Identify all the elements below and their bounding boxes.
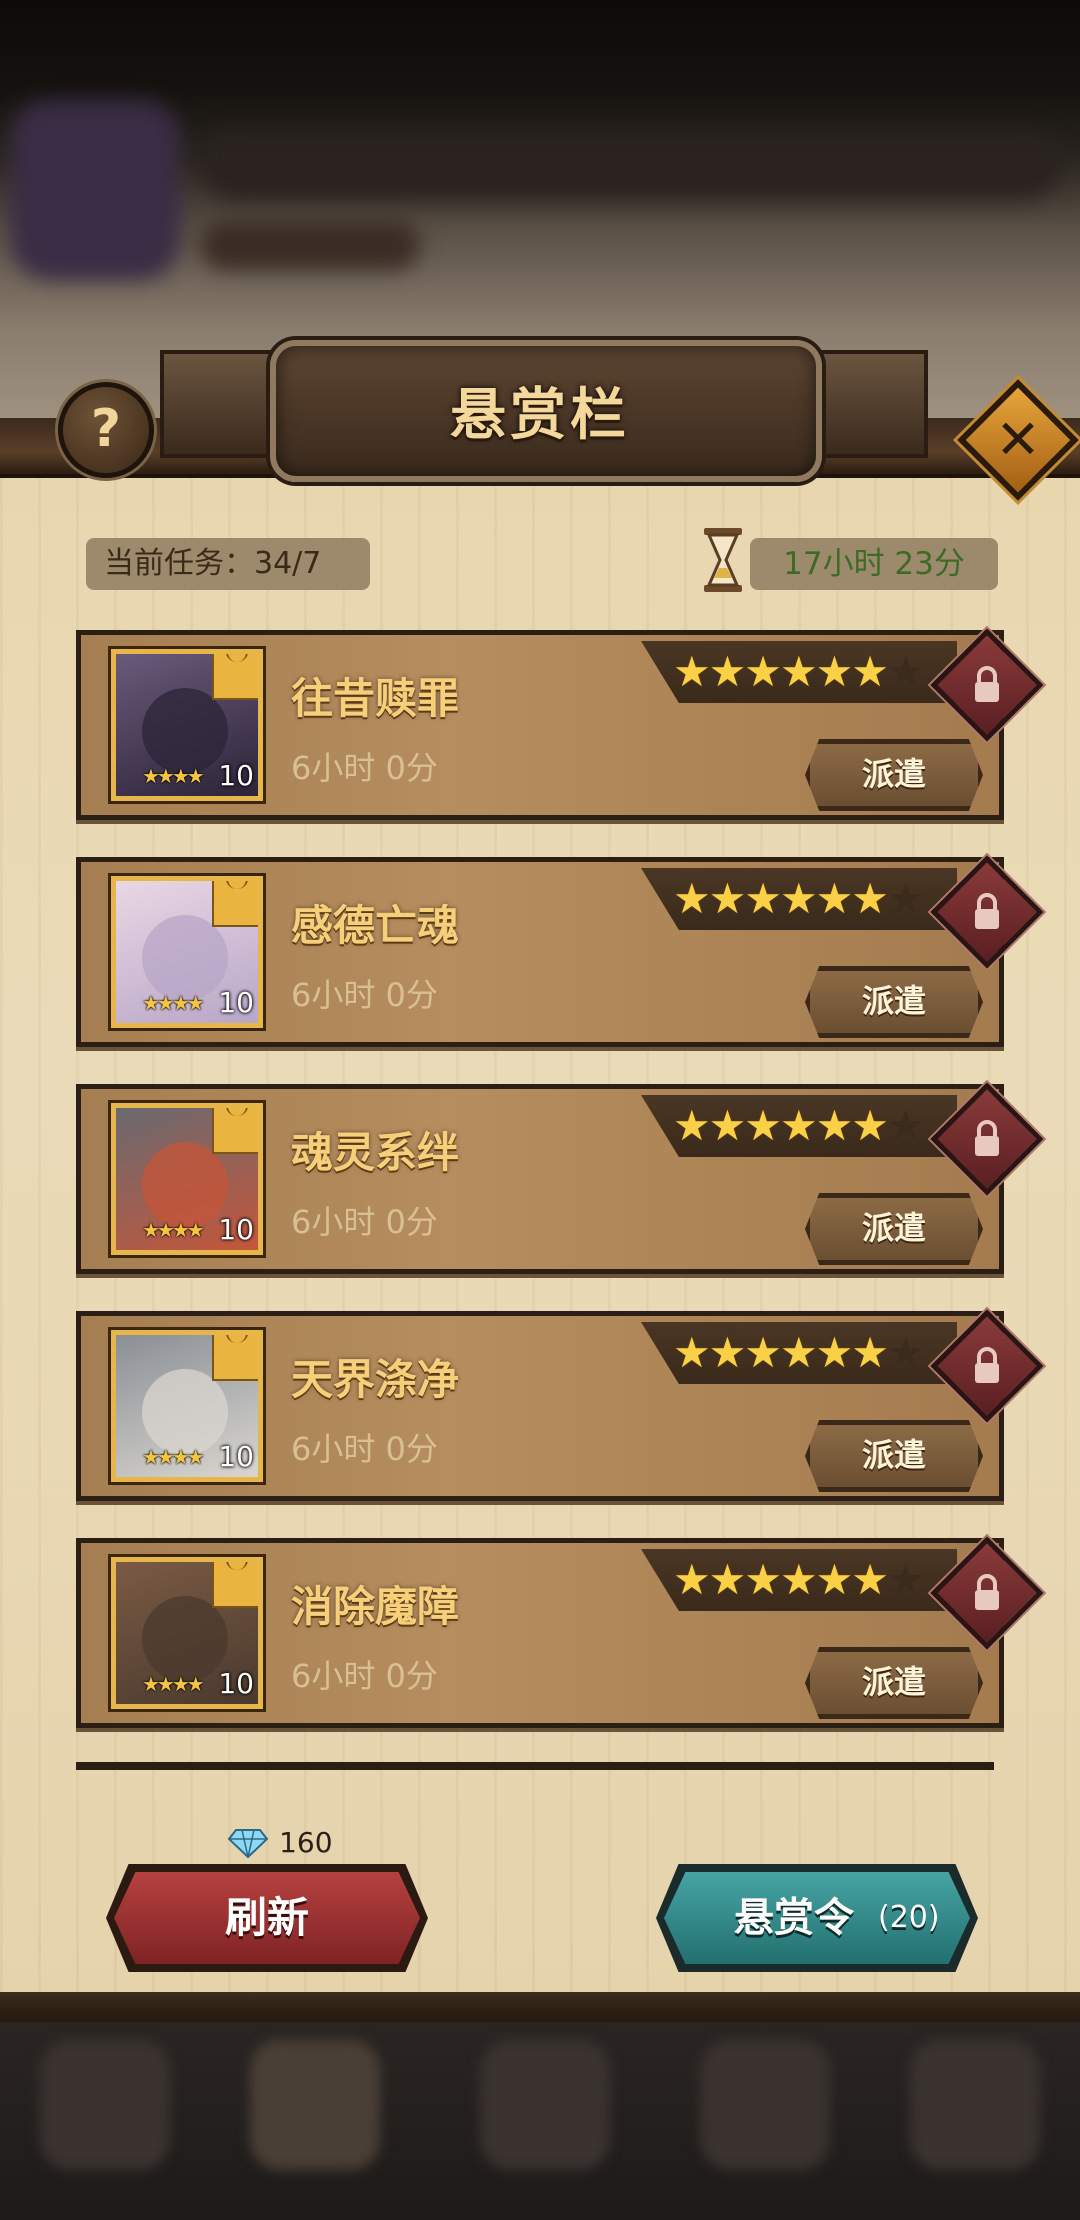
hero-star-rating: ★★★★ <box>142 764 205 788</box>
hourglass-icon <box>704 528 742 592</box>
lock-icon <box>952 877 1022 947</box>
puzzle-icon <box>212 654 258 700</box>
hero-level: 10 <box>218 1440 254 1473</box>
puzzle-icon <box>212 1562 258 1608</box>
bounty-token-count: (20) <box>878 1900 940 1935</box>
dispatch-button[interactable]: 派遣 <box>805 1647 983 1719</box>
bounty-rating: ★★★★★★★ <box>641 641 957 703</box>
rating-stars: ★★★★★★★ <box>673 1555 925 1604</box>
bounty-card[interactable]: ★★★★ 10 魂灵系绊 6小时 0分 ★★★★★★★ 派遣 <box>76 1082 1044 1274</box>
blurred-badge <box>200 220 420 270</box>
panel-bottom-border <box>0 1992 1080 2022</box>
hero-face <box>142 1142 228 1228</box>
bounty-card[interactable]: ★★★★ 10 天界涤净 6小时 0分 ★★★★★★★ 派遣 <box>76 1309 1044 1501</box>
hero-portrait[interactable]: ★★★★ 10 <box>111 876 263 1028</box>
puzzle-icon <box>212 1335 258 1381</box>
dispatch-button[interactable]: 派遣 <box>805 1420 983 1492</box>
lock-icon <box>952 1104 1022 1174</box>
bounty-rating: ★★★★★★★ <box>641 1549 957 1611</box>
diamond-icon <box>228 1828 268 1858</box>
bounty-duration: 6小时 0分 <box>291 1430 438 1468</box>
refresh-timer: 17小时 23分 <box>750 538 998 590</box>
lock-icon <box>952 1558 1022 1628</box>
bounty-token-label: 悬赏令 <box>734 1895 854 1941</box>
hero-star-rating: ★★★★ <box>142 991 205 1015</box>
refresh-cost-value: 160 <box>279 1826 333 1859</box>
hero-portrait[interactable]: ★★★★ 10 <box>111 1103 263 1255</box>
blurred-nav-slot <box>700 2040 830 2170</box>
blurred-nav-slot <box>250 2040 380 2170</box>
rating-stars: ★★★★★★★ <box>673 874 925 923</box>
bounty-card[interactable]: ★★★★ 10 消除魔障 6小时 0分 ★★★★★★★ 派遣 <box>76 1536 1044 1728</box>
hero-portrait[interactable]: ★★★★ 10 <box>111 1330 263 1482</box>
refresh-button[interactable]: 刷新 <box>114 1872 420 1964</box>
bounty-name: 往昔赎罪 <box>291 674 460 723</box>
hero-level: 10 <box>218 986 254 1019</box>
rating-stars: ★★★★★★★ <box>673 1101 925 1150</box>
current-tasks-label: 当前任务： <box>104 546 254 581</box>
help-button[interactable]: ? <box>58 382 154 478</box>
hero-face <box>142 915 228 1001</box>
refresh-cost: 160 <box>228 1826 333 1870</box>
hero-level: 10 <box>218 1667 254 1700</box>
hero-face <box>142 688 228 774</box>
current-tasks-value: 34/7 <box>254 546 322 581</box>
dispatch-button[interactable]: 派遣 <box>805 1193 983 1265</box>
hero-face <box>142 1369 228 1455</box>
dispatch-button[interactable]: 派遣 <box>805 966 983 1038</box>
lock-icon <box>952 650 1022 720</box>
list-scroll-edge <box>76 1762 994 1770</box>
bounty-duration: 6小时 0分 <box>291 1657 438 1695</box>
blurred-nav-slot <box>40 2040 170 2170</box>
puzzle-icon <box>212 1108 258 1154</box>
bounty-name: 感德亡魂 <box>291 901 460 950</box>
bounty-name: 消除魔障 <box>291 1582 460 1631</box>
hero-level: 10 <box>218 759 254 792</box>
dispatch-button[interactable]: 派遣 <box>805 739 983 811</box>
bounty-rating: ★★★★★★★ <box>641 1095 957 1157</box>
blurred-nav-slot <box>910 2040 1040 2170</box>
bounty-card[interactable]: ★★★★ 10 往昔赎罪 6小时 0分 ★★★★★★★ 派遣 <box>76 628 1044 820</box>
bounty-token-button[interactable]: 悬赏令 (20) <box>664 1872 970 1964</box>
bounty-name: 天界涤净 <box>291 1355 460 1404</box>
bounty-name: 魂灵系绊 <box>291 1128 460 1177</box>
hero-star-rating: ★★★★ <box>142 1218 205 1242</box>
bounty-card[interactable]: ★★★★ 10 感德亡魂 6小时 0分 ★★★★★★★ 派遣 <box>76 855 1044 1047</box>
rating-stars: ★★★★★★★ <box>673 1328 925 1377</box>
hero-star-rating: ★★★★ <box>142 1445 205 1469</box>
rating-stars: ★★★★★★★ <box>673 647 925 696</box>
hero-portrait[interactable]: ★★★★ 10 <box>111 1557 263 1709</box>
bounty-rating: ★★★★★★★ <box>641 868 957 930</box>
bounty-duration: 6小时 0分 <box>291 976 438 1014</box>
page-title: 悬赏栏 <box>450 383 630 448</box>
blurred-nav-slot <box>480 2040 610 2170</box>
lock-icon <box>952 1331 1022 1401</box>
hero-level: 10 <box>218 1213 254 1246</box>
blurred-resource-bar <box>200 130 1060 200</box>
bounty-duration: 6小时 0分 <box>291 1203 438 1241</box>
hero-portrait[interactable]: ★★★★ 10 <box>111 649 263 801</box>
puzzle-icon <box>212 881 258 927</box>
bounty-duration: 6小时 0分 <box>291 749 438 787</box>
current-tasks: 当前任务：34/7 <box>86 538 370 590</box>
close-icon: ✕ <box>995 408 1041 471</box>
bounty-rating: ★★★★★★★ <box>641 1322 957 1384</box>
hero-star-rating: ★★★★ <box>142 1672 205 1696</box>
hero-face <box>142 1596 228 1682</box>
blurred-avatar <box>10 100 180 280</box>
